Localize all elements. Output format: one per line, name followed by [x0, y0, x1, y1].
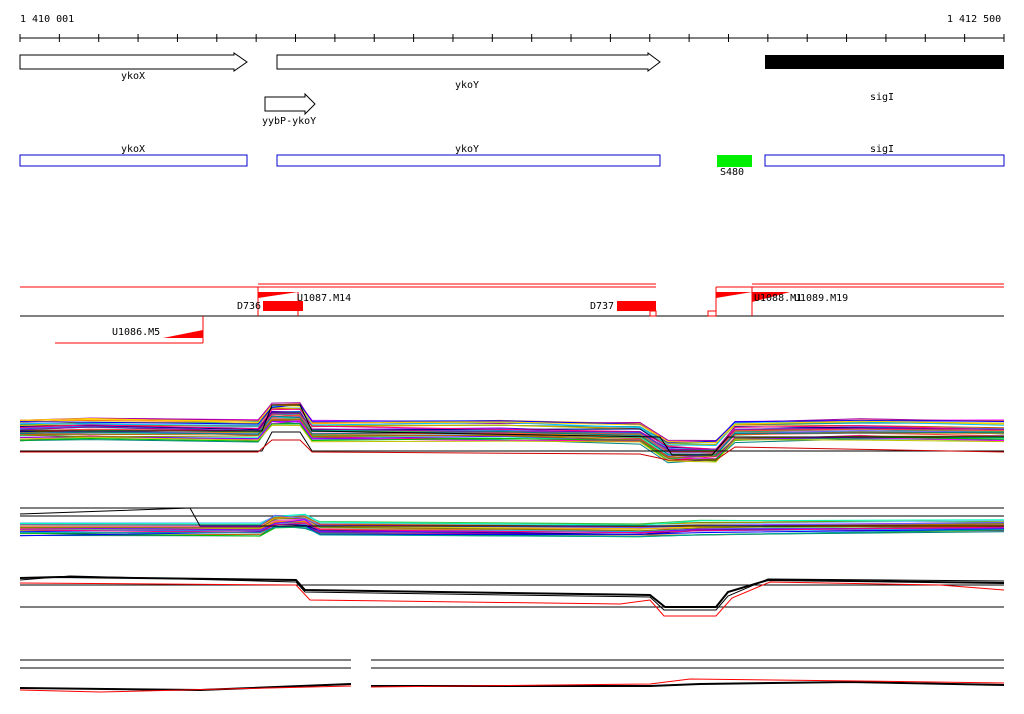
genome-browser-canvas	[19, 34, 1005, 693]
expression-panel-1	[19, 402, 1005, 464]
expression-panel-3	[19, 575, 1005, 617]
gene-bar-sigi[interactable]	[765, 55, 1004, 69]
segment-u1087-m14-triangle[interactable]	[258, 292, 298, 298]
gene-label-ykox[interactable]: ykoX	[121, 71, 145, 82]
gene-arrow-ykox[interactable]	[19, 52, 248, 72]
gene-label-sigi[interactable]: sigI	[870, 92, 894, 103]
segment-label-d737[interactable]: D737	[590, 301, 614, 312]
tu-label-ykox[interactable]: ykoX	[121, 144, 145, 155]
expression-panel-4	[19, 659, 1005, 693]
operon-arrow-yybp-ykoy[interactable]	[264, 92, 316, 116]
operon-label-yybp-ykoy[interactable]: yybP-ykoY	[262, 116, 316, 127]
small-feature-s480[interactable]	[717, 155, 752, 167]
coordinate-axis	[19, 34, 1005, 42]
segment-label-u1087-m14[interactable]: U1087.M14	[297, 293, 351, 304]
axis-end-label: 1 412 500	[947, 14, 1002, 25]
tu-box-sigi[interactable]	[764, 154, 1005, 167]
segment-d737[interactable]	[617, 301, 656, 311]
tu-label-ykoy[interactable]: ykoY	[455, 144, 479, 155]
segment-label-u1086-m5[interactable]: U1086.M5	[112, 327, 160, 338]
expression-panel-2	[19, 507, 1005, 538]
tu-box-ykoy[interactable]	[276, 154, 661, 167]
small-feature-label-s480[interactable]: S480	[720, 167, 744, 178]
axis-start-label: 1 410 001	[20, 14, 75, 25]
transcription-unit-track	[19, 154, 1005, 167]
segment-u1086-m5-triangle[interactable]	[163, 330, 203, 338]
tu-label-sigi[interactable]: sigI	[870, 144, 894, 155]
operon-track	[264, 92, 316, 116]
segment-u1088-m1-triangle[interactable]	[716, 292, 752, 298]
gene-label-ykoy[interactable]: ykoY	[455, 80, 479, 91]
expression-profile	[371, 680, 1005, 687]
reference-profile-red	[20, 439, 1005, 461]
segment-label-d736[interactable]: D736	[237, 301, 261, 312]
tu-box-ykox[interactable]	[19, 154, 248, 167]
expression-profile	[19, 581, 1005, 617]
segment-track	[20, 283, 1004, 344]
gene-track	[19, 52, 1004, 72]
segment-label-u1089-m19[interactable]: U1089.M19	[794, 293, 848, 304]
gene-arrow-ykoy[interactable]	[276, 52, 661, 72]
